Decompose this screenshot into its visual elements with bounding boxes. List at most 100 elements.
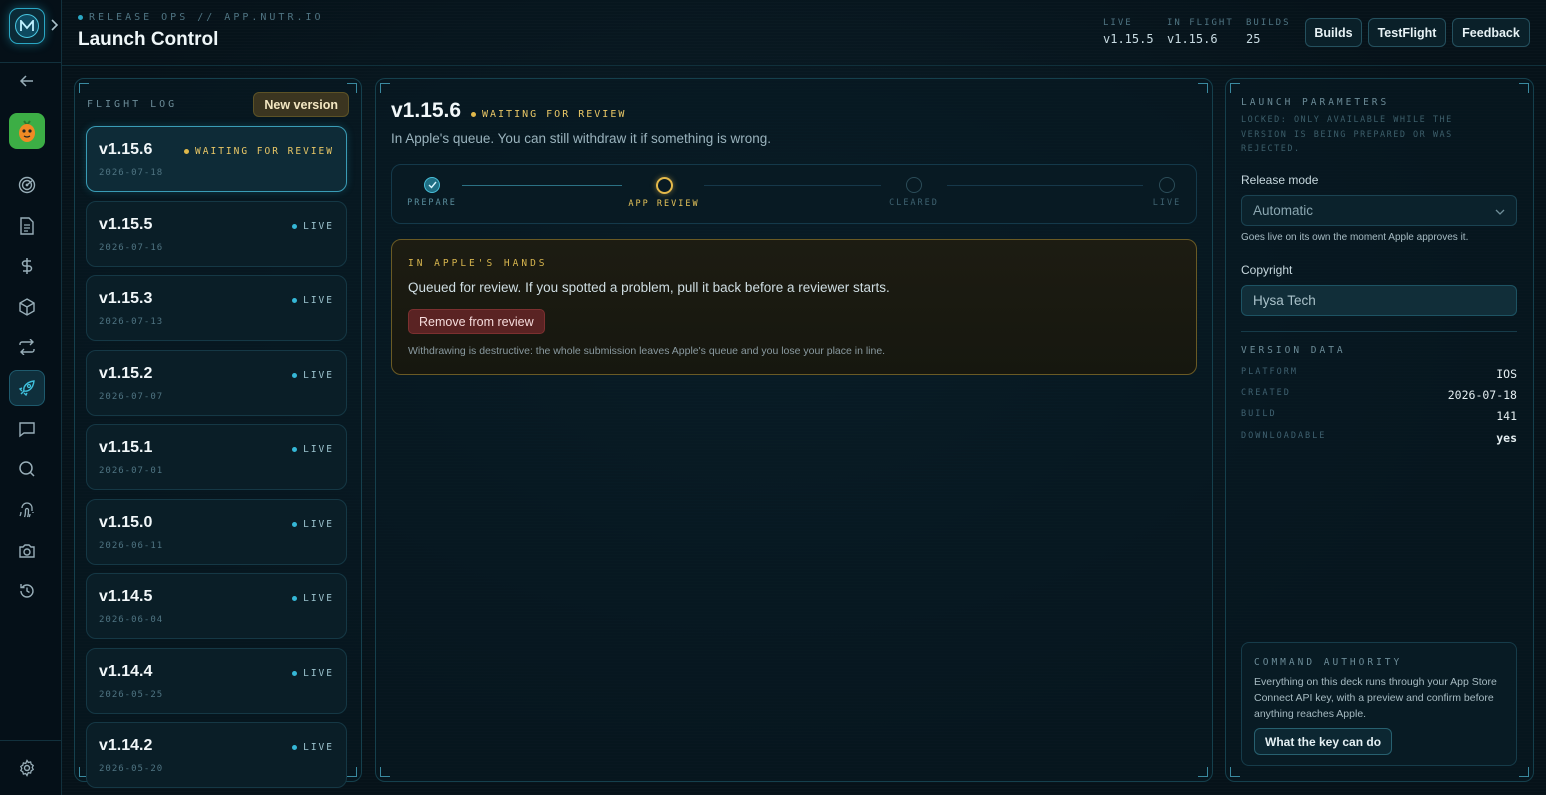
remove-from-review-button[interactable]: Remove from review <box>408 309 545 334</box>
what-key-can-do-button[interactable]: What the key can do <box>1254 728 1393 755</box>
stat-in-flight: IN FLIGHT v1.15.6 <box>1167 18 1234 46</box>
chevron-right-icon[interactable] <box>50 18 62 32</box>
launch-parameters-panel: LAUNCH PARAMETERS LOCKED: ONLY AVAILABLE… <box>1225 78 1534 782</box>
review-stepper: PREPARE APP REVIEW CLEARED LIVE <box>391 164 1197 224</box>
command-authority-card: COMMAND AUTHORITY Everything on this dec… <box>1241 642 1517 766</box>
chat-icon[interactable] <box>9 411 45 447</box>
stat-label: IN FLIGHT <box>1167 18 1234 28</box>
stat-builds: BUILDS 25 <box>1246 18 1291 46</box>
release-mode-value: Automatic <box>1253 203 1314 218</box>
version-status: LIVE <box>292 370 334 381</box>
feedback-button[interactable]: Feedback <box>1452 18 1530 47</box>
version-data-row: BUILD 141 <box>1241 409 1517 423</box>
version-date: 2026-07-16 <box>99 242 164 253</box>
builds-button[interactable]: Builds <box>1305 18 1362 47</box>
version-card[interactable]: v1.15.6 2026-07-18 WAITING FOR REVIEW <box>86 126 347 192</box>
dollar-icon[interactable] <box>9 248 45 284</box>
version-date: 2026-07-01 <box>99 466 164 476</box>
status-dot <box>292 521 298 527</box>
box-icon[interactable] <box>9 289 45 325</box>
stat-label: LIVE <box>1103 18 1133 28</box>
version-number: v1.15.1 <box>99 439 153 456</box>
search-icon[interactable] <box>9 451 45 487</box>
version-status: LIVE <box>292 519 334 530</box>
version-status: WAITING FOR REVIEW <box>184 146 334 157</box>
app-avatar[interactable] <box>9 113 45 149</box>
version-card[interactable]: v1.15.3 2026-07-13 LIVE <box>86 275 347 341</box>
top-header: RELEASE OPS // APP.NUTR.IO Launch Contro… <box>62 0 1546 66</box>
copyright-field[interactable]: Hysa Tech <box>1241 285 1517 316</box>
page-title: Launch Control <box>78 29 219 50</box>
testflight-button[interactable]: TestFlight <box>1368 18 1446 47</box>
status-dot <box>292 223 298 229</box>
version-status: LIVE <box>292 444 334 455</box>
version-card[interactable]: v1.15.5 2026-07-16 LIVE <box>86 200 347 267</box>
version-status: LIVE <box>292 593 334 604</box>
history-icon[interactable] <box>9 573 45 609</box>
chevron-down-icon <box>1495 203 1505 218</box>
version-data-row: PLATFORM IOS <box>1241 367 1517 381</box>
document-icon[interactable] <box>9 208 45 244</box>
version-number: v1.14.2 <box>99 737 153 754</box>
version-number: v1.15.3 <box>99 290 153 307</box>
version-data-row: CREATED 2026-07-18 <box>1241 388 1517 402</box>
release-mode-select[interactable]: Automatic <box>1241 195 1517 226</box>
logo-mark-icon <box>15 14 39 38</box>
current-step-icon <box>655 177 673 194</box>
flight-log-panel: FLIGHT LOG New version v1.15.6 2026-07-18… <box>74 78 362 788</box>
flight-log-title: FLIGHT LOG <box>87 99 178 110</box>
apples-hands-card: IN APPLE'S HANDS Queued for review. If y… <box>391 239 1197 375</box>
version-date: 2026-07-13 <box>99 317 164 327</box>
status-dot <box>292 745 298 750</box>
version-date: 2026-06-11 <box>99 540 164 551</box>
check-icon <box>424 177 440 193</box>
version-data-title: VERSION DATA <box>1241 345 1346 356</box>
version-status: LIVE <box>292 221 334 232</box>
stat-value: v1.15.5 <box>1103 32 1154 46</box>
copyright-label: Copyright <box>1241 263 1293 277</box>
header-eyebrow: RELEASE OPS // APP.NUTR.IO <box>78 12 324 23</box>
version-number: v1.15.0 <box>99 513 153 531</box>
version-number: v1.15.5 <box>99 215 153 233</box>
version-card[interactable]: v1.15.1 2026-07-01 LIVE <box>86 424 347 490</box>
version-card[interactable]: v1.15.2 2026-07-07 LIVE <box>86 349 347 416</box>
app-logo[interactable] <box>9 8 45 44</box>
pending-step-icon <box>1159 177 1175 193</box>
settings-icon[interactable] <box>9 750 45 786</box>
status-dot <box>292 298 298 303</box>
version-number: v1.15.6 <box>99 141 153 158</box>
version-card[interactable]: v1.14.4 2026-05-25 LIVE <box>86 647 347 714</box>
stat-label: BUILDS <box>1246 18 1291 28</box>
version-date: 2026-05-20 <box>99 764 164 774</box>
fingerprint-icon[interactable] <box>9 492 45 528</box>
version-date: 2026-07-18 <box>99 168 164 178</box>
version-card[interactable]: v1.15.0 2026-06-11 LIVE <box>86 498 347 565</box>
back-arrow-icon[interactable] <box>9 63 45 99</box>
step-app-review: APP REVIEW <box>624 177 704 209</box>
version-date: 2026-05-25 <box>99 689 164 700</box>
params-title: LAUNCH PARAMETERS <box>1241 97 1390 108</box>
step-prepare: PREPARE <box>402 177 462 208</box>
status-dot <box>292 670 298 676</box>
rocket-icon[interactable] <box>9 370 45 406</box>
version-status: LIVE <box>292 668 334 679</box>
params-lock-note: LOCKED: ONLY AVAILABLE WHILE THE VERSION… <box>1241 115 1453 154</box>
version-status: LIVE <box>292 295 334 306</box>
repeat-icon[interactable] <box>9 329 45 365</box>
app-root: RELEASE OPS // APP.NUTR.IO Launch Contro… <box>0 0 1546 795</box>
version-date: 2026-07-07 <box>99 391 164 402</box>
version-card[interactable]: v1.14.2 2026-05-20 LIVE <box>86 722 347 788</box>
hands-text: Queued for review. If you spotted a prob… <box>408 280 890 295</box>
hands-title: IN APPLE'S HANDS <box>408 258 548 269</box>
stat-value: 25 <box>1246 32 1261 46</box>
step-live: LIVE <box>1144 177 1190 208</box>
version-card[interactable]: v1.14.5 2026-06-04 LIVE <box>86 573 347 639</box>
radar-icon[interactable] <box>9 167 45 203</box>
new-version-button[interactable]: New version <box>253 92 349 117</box>
version-number: v1.15.2 <box>99 364 153 382</box>
command-title: COMMAND AUTHORITY <box>1254 657 1403 668</box>
detail-subtitle: In Apple's queue. You can still withdraw… <box>391 131 772 146</box>
stat-live: LIVE v1.15.5 <box>1103 18 1154 46</box>
camera-icon[interactable] <box>9 533 45 569</box>
stat-value: v1.15.6 <box>1167 32 1218 46</box>
